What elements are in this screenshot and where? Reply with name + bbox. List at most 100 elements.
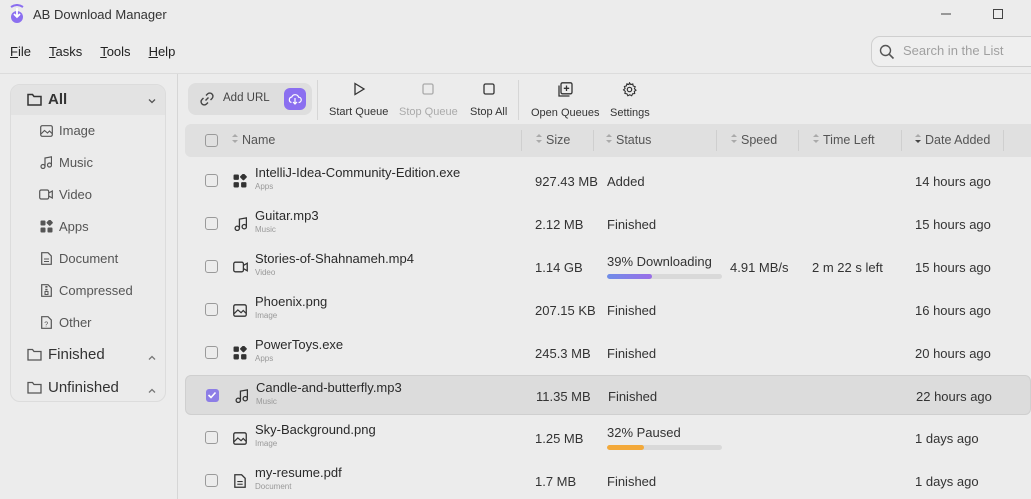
start-queue-button[interactable]: Start Queue	[329, 82, 388, 118]
stop-icon	[421, 82, 435, 101]
file-size: 245.3 MB	[535, 346, 591, 361]
progress-bar	[607, 274, 722, 279]
row-checkbox[interactable]	[205, 174, 218, 187]
file-type: Apps	[255, 182, 274, 191]
settings-label: Settings	[610, 107, 650, 119]
row-checkbox[interactable]	[205, 474, 218, 487]
row-checkbox[interactable]	[205, 431, 218, 444]
gear-icon	[622, 81, 638, 102]
folder-icon	[27, 348, 42, 361]
table-row[interactable]: IntelliJ-Idea-Community-Edition.exe Apps…	[185, 161, 1031, 201]
row-checkbox[interactable]	[205, 303, 218, 316]
column-separator[interactable]	[798, 130, 799, 151]
column-time-left[interactable]: Time Left	[812, 133, 875, 147]
menu-tasks[interactable]: Tasks	[47, 42, 84, 62]
category-sidebar: All Image Music Video Apps Document Comp…	[10, 84, 166, 402]
file-status: Finished	[607, 303, 657, 318]
app-logo-icon	[8, 4, 26, 24]
header-divider	[0, 73, 1031, 74]
stop-all-button[interactable]: Stop All	[470, 82, 507, 118]
column-label: Speed	[741, 133, 778, 147]
video-icon	[232, 259, 248, 275]
row-checkbox[interactable]	[206, 389, 219, 402]
table-row-selected[interactable]: Candle-and-butterfly.mp3 Music 11.35 MB …	[185, 375, 1031, 415]
chevron-up-icon[interactable]	[147, 350, 157, 368]
document-icon	[39, 252, 53, 266]
search-box[interactable]	[871, 36, 1031, 67]
menu-help[interactable]: Help	[147, 42, 178, 62]
sidebar-item-document[interactable]: Document	[39, 251, 118, 266]
file-size: 11.35 MB	[536, 389, 591, 404]
search-input[interactable]	[903, 43, 1031, 58]
table-row[interactable]: Stories-of-Shahnameh.mp4 Video 1.14 GB 3…	[185, 247, 1031, 287]
title-bar: AB Download Manager	[0, 0, 1031, 30]
sidebar-item-finished[interactable]: Finished	[27, 346, 105, 363]
progress-fill	[607, 445, 644, 450]
file-status: 32% Paused	[607, 425, 681, 440]
menu-file[interactable]: File	[8, 42, 33, 62]
add-url-button[interactable]: Add URL	[188, 83, 312, 115]
download-speed: 4.91 MB/s	[730, 260, 789, 275]
image-icon	[232, 430, 248, 446]
select-all-checkbox[interactable]	[205, 134, 218, 147]
date-added: 1 days ago	[915, 431, 979, 446]
link-icon	[199, 91, 215, 112]
sidebar-item-compressed[interactable]: Compressed	[39, 283, 133, 298]
table-row[interactable]: PowerToys.exe Apps 245.3 MB Finished 20 …	[185, 333, 1031, 373]
column-separator[interactable]	[716, 130, 717, 151]
file-name: my-resume.pdf	[255, 465, 342, 480]
column-label: Name	[242, 133, 276, 147]
column-status[interactable]: Status	[605, 133, 651, 147]
other-icon: ?	[39, 316, 53, 330]
column-separator[interactable]	[521, 130, 522, 151]
settings-button[interactable]: Settings	[610, 81, 650, 119]
compressed-icon	[39, 284, 53, 298]
column-speed[interactable]: Speed	[730, 133, 777, 147]
column-label: Date Added	[925, 133, 991, 147]
sidebar-item-other[interactable]: ? Other	[39, 315, 92, 330]
file-type: Video	[255, 268, 276, 277]
file-status: Finished	[607, 346, 657, 361]
minimize-button[interactable]	[938, 6, 954, 22]
menu-tools[interactable]: Tools	[98, 42, 132, 62]
file-type: Music	[256, 397, 277, 406]
start-queue-label: Start Queue	[329, 106, 389, 118]
sidebar-item-unfinished[interactable]: Unfinished	[27, 379, 119, 396]
column-separator[interactable]	[593, 130, 594, 151]
row-checkbox[interactable]	[205, 217, 218, 230]
cloud-download-icon[interactable]	[284, 88, 306, 110]
row-checkbox[interactable]	[205, 346, 218, 359]
column-size[interactable]: Size	[535, 133, 570, 147]
folder-icon	[27, 93, 42, 106]
sidebar-item-label: Compressed	[59, 283, 133, 298]
queue-icon	[558, 82, 573, 102]
open-queues-button[interactable]: Open Queues	[531, 82, 600, 119]
sidebar-item-music[interactable]: Music	[39, 155, 93, 170]
column-separator[interactable]	[1003, 130, 1004, 151]
chevron-down-icon[interactable]	[147, 93, 157, 111]
column-date-added[interactable]: Date Added	[914, 133, 990, 147]
sidebar-item-label: Apps	[59, 219, 89, 234]
stop-queue-button[interactable]: Stop Queue	[399, 82, 458, 118]
column-label: Status	[616, 133, 652, 147]
column-separator[interactable]	[901, 130, 902, 151]
table-row[interactable]: my-resume.pdf Document 1.7 MB Finished 1…	[185, 461, 1031, 499]
sidebar-item-apps[interactable]: Apps	[39, 219, 89, 234]
maximize-button[interactable]	[990, 6, 1006, 22]
table-row[interactable]: Sky-Background.png Image 1.25 MB 32% Pau…	[185, 418, 1031, 458]
sort-desc-icon	[914, 133, 922, 147]
sidebar-item-image[interactable]: Image	[39, 123, 95, 138]
column-label: Size	[546, 133, 571, 147]
row-checkbox[interactable]	[205, 260, 218, 273]
file-name: Guitar.mp3	[255, 208, 319, 223]
column-name[interactable]: Name	[231, 133, 275, 147]
sidebar-item-all[interactable]: All	[11, 85, 165, 115]
chevron-up-icon[interactable]	[147, 383, 157, 401]
table-row[interactable]: Guitar.mp3 Music 2.12 MB Finished 15 hou…	[185, 204, 1031, 244]
table-row[interactable]: Phoenix.png Image 207.15 KB Finished 16 …	[185, 290, 1031, 330]
table-header: Name Size Status Speed Time Left Date Ad…	[185, 124, 1031, 157]
video-icon	[39, 188, 53, 202]
file-size: 2.12 MB	[535, 217, 584, 232]
sidebar-item-video[interactable]: Video	[39, 187, 92, 202]
sort-icon	[605, 133, 613, 147]
